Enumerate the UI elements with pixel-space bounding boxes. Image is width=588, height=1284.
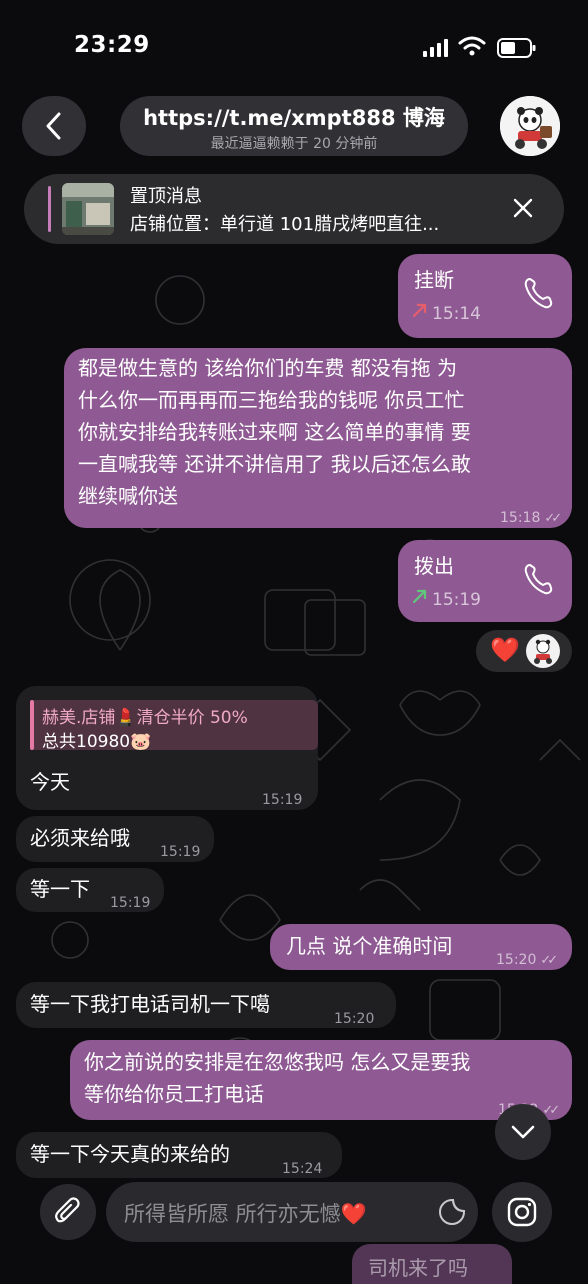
message-time: 15:19 xyxy=(432,590,481,610)
message-text: 等一下 xyxy=(30,877,90,901)
paperclip-icon xyxy=(55,1197,80,1223)
quoted-message[interactable]: 赫美.店铺💄清仓半价 50% 总共10980🐷 xyxy=(30,700,318,752)
cellular-signal-icon xyxy=(423,39,448,57)
message-text: 等一下今天真的来给的 xyxy=(30,1142,230,1166)
message-time: 15:19 xyxy=(110,895,151,911)
call-message[interactable]: 挂断 15:14 xyxy=(398,254,572,338)
message-text: 必须来给哦 xyxy=(30,826,130,850)
text-message[interactable]: 都是做生意的 该给你们的车费 都没有拖 为 什么你一而再再而三拖给我的钱呢 你员… xyxy=(64,348,572,528)
text-message[interactable]: 等一下我打电话司机一下噶 15:20 xyxy=(16,982,396,1028)
panda-avatar-icon xyxy=(500,96,560,156)
back-button[interactable] xyxy=(22,96,86,156)
message-line: 你之前说的安排是在忽悠我吗 怎么又是要我 xyxy=(84,1050,471,1074)
message-time: 15:19 xyxy=(160,844,201,860)
pinned-title: 置顶消息 xyxy=(130,186,202,207)
message-time: 15:20 xyxy=(496,952,537,968)
close-icon[interactable] xyxy=(512,197,534,219)
call-label: 挂断 xyxy=(414,268,454,292)
call-label: 拨出 xyxy=(414,554,454,578)
chat-name: https://t.me/xmpt888 博海 xyxy=(143,106,445,130)
read-checkmarks-icon: ✓✓ xyxy=(544,511,562,526)
status-time: 23:29 xyxy=(74,32,150,58)
message-reaction[interactable]: ❤️ xyxy=(476,630,572,672)
message-text: 今天 xyxy=(30,770,70,794)
message-time: 15:19 xyxy=(262,792,303,808)
contact-avatar[interactable] xyxy=(500,96,560,156)
sticker-icon[interactable] xyxy=(438,1198,466,1226)
message-time: 15:18 xyxy=(500,510,541,526)
pinned-message-bar[interactable]: 置顶消息 店铺位置：单行道 101腊戌烤吧直往... xyxy=(24,174,564,244)
message-line: 继续喊你送 xyxy=(78,484,178,508)
message-time: 15:20 xyxy=(334,1011,375,1027)
quote-text: 总共10980🐷 xyxy=(42,732,152,752)
text-message[interactable]: 几点 说个准确时间 15:20 ✓✓ xyxy=(270,924,572,970)
chevron-down-icon xyxy=(511,1125,535,1139)
text-message[interactable]: 等一下今天真的来给的 15:24 xyxy=(16,1132,342,1178)
message-text: 几点 说个准确时间 xyxy=(286,934,453,958)
reply-message[interactable]: 赫美.店铺💄清仓半价 50% 总共10980🐷 今天 15:19 xyxy=(16,686,318,810)
camera-button[interactable] xyxy=(492,1182,552,1242)
message-line: 都是做生意的 该给你们的车费 都没有拖 为 xyxy=(78,356,458,380)
message-text: 等一下我打电话司机一下噶 xyxy=(30,992,270,1016)
message-time: 15:14 xyxy=(432,304,481,324)
pinned-text: 店铺位置：单行道 101腊戌烤吧直往... xyxy=(130,214,440,235)
outgoing-call-arrow-icon xyxy=(412,589,427,604)
attach-button[interactable] xyxy=(40,1184,96,1240)
instagram-icon xyxy=(507,1197,537,1227)
message-composer: 所得皆所愿 所行亦无憾❤️ xyxy=(0,1176,588,1280)
message-line: 什么你一而再再而三拖给我的钱呢 你员工忙 xyxy=(78,388,465,412)
missed-call-arrow-icon xyxy=(412,303,427,318)
text-message[interactable]: 等一下 15:19 xyxy=(16,868,164,912)
heart-reaction-icon: ❤️ xyxy=(490,636,520,664)
message-input[interactable]: 所得皆所愿 所行亦无憾❤️ xyxy=(106,1182,478,1242)
quote-indicator xyxy=(30,700,34,750)
pinned-thumbnail xyxy=(62,183,114,235)
read-checkmarks-icon: ✓✓ xyxy=(540,953,558,968)
chevron-left-icon xyxy=(46,112,61,140)
phone-icon[interactable] xyxy=(522,276,554,310)
last-seen-status: 最近逼逼赖赖于 20 分钟前 xyxy=(210,136,378,152)
wifi-icon xyxy=(458,36,486,56)
message-line: 你就安排给我转账过来啊 这么简单的事情 要 xyxy=(78,420,471,444)
battery-icon xyxy=(497,38,536,58)
message-line: 一直喊我等 还讲不讲信用了 我以后还怎么敢 xyxy=(78,452,471,476)
reactor-avatar xyxy=(526,634,560,668)
chat-title[interactable]: https://t.me/xmpt888 博海 最近逼逼赖赖于 20 分钟前 xyxy=(120,96,468,156)
text-message[interactable]: 必须来给哦 15:19 xyxy=(16,816,214,862)
message-line: 等你给你员工打电话 xyxy=(84,1082,264,1106)
status-bar: 23:29 xyxy=(0,0,588,90)
phone-icon[interactable] xyxy=(522,562,554,596)
pinned-indicator xyxy=(48,186,51,232)
scroll-to-bottom-button[interactable] xyxy=(495,1104,551,1160)
text-message[interactable]: 你之前说的安排是在忽悠我吗 怎么又是要我 等你给你员工打电话 15:22✓✓ xyxy=(70,1040,572,1120)
call-message[interactable]: 拨出 15:19 xyxy=(398,540,572,622)
message-input-placeholder: 所得皆所愿 所行亦无憾❤️ xyxy=(124,1202,367,1226)
